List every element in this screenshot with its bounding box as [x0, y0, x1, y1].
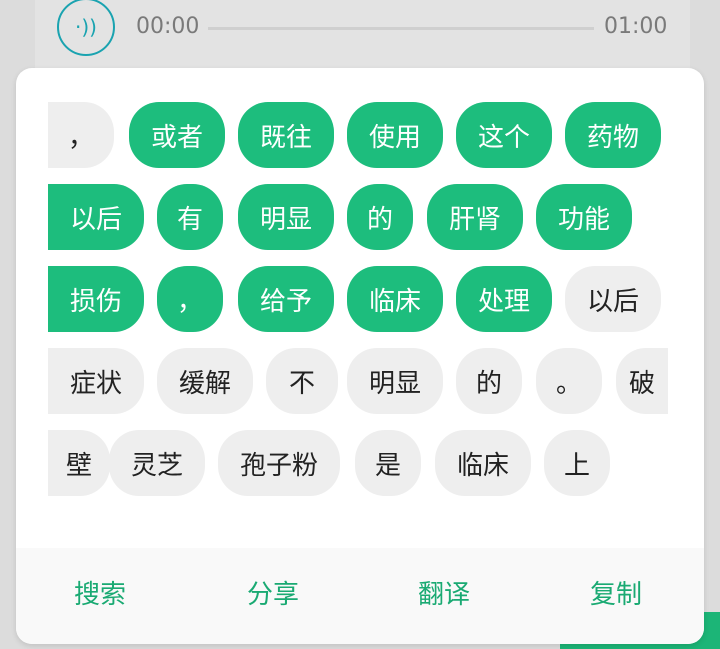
word-chip[interactable]: 上: [544, 430, 610, 496]
word-chip[interactable]: 临床: [347, 266, 443, 332]
word-chip[interactable]: 处理: [456, 266, 552, 332]
word-chip[interactable]: 的: [456, 348, 522, 414]
word-chip[interactable]: 是: [355, 430, 421, 496]
word-chip[interactable]: 使用: [347, 102, 443, 168]
word-chip[interactable]: 孢子粉: [218, 430, 340, 496]
word-chip[interactable]: 破: [616, 348, 668, 414]
audio-play-icon[interactable]: ·)): [57, 0, 115, 56]
search-button[interactable]: 搜索: [74, 574, 126, 611]
share-button[interactable]: 分享: [247, 574, 299, 611]
word-chip[interactable]: 以后: [565, 266, 661, 332]
word-chip[interactable]: 不: [266, 348, 338, 414]
word-chip[interactable]: ，: [157, 266, 223, 332]
word-chip[interactable]: 灵芝: [109, 430, 205, 496]
copy-button[interactable]: 复制: [590, 574, 642, 611]
word-chip[interactable]: 这个: [456, 102, 552, 168]
current-time: 00:00: [136, 14, 200, 39]
total-time: 01:00: [604, 14, 668, 39]
word-chip[interactable]: 明显: [238, 184, 334, 250]
word-chip[interactable]: 缓解: [157, 348, 253, 414]
word-chip[interactable]: 功能: [536, 184, 632, 250]
audio-progress-track[interactable]: [208, 27, 594, 30]
word-chip[interactable]: 。: [536, 348, 602, 414]
word-chip[interactable]: ，: [48, 102, 114, 168]
audio-player-bar: [35, 0, 690, 72]
action-bar: 搜索 分享 翻译 复制: [16, 548, 704, 644]
word-chip[interactable]: 有: [157, 184, 223, 250]
word-chip[interactable]: 给予: [238, 266, 334, 332]
word-chip[interactable]: 肝肾: [427, 184, 523, 250]
word-chip[interactable]: 药物: [565, 102, 661, 168]
word-chip[interactable]: 壁: [48, 430, 110, 496]
word-chip[interactable]: 既往: [238, 102, 334, 168]
word-chip[interactable]: 或者: [129, 102, 225, 168]
word-chip[interactable]: 的: [347, 184, 413, 250]
word-chips: ， 或者 既往 使用 这个 药物 以后 有 明显 的 肝肾 功能 损伤 ， 给予…: [16, 68, 704, 548]
word-chip[interactable]: 明显: [347, 348, 443, 414]
word-chip[interactable]: 损伤: [48, 266, 144, 332]
word-selection-panel: ， 或者 既往 使用 这个 药物 以后 有 明显 的 肝肾 功能 损伤 ， 给予…: [16, 68, 704, 644]
word-chip[interactable]: 临床: [435, 430, 531, 496]
word-chip[interactable]: 症状: [48, 348, 144, 414]
word-chip[interactable]: 以后: [48, 184, 144, 250]
translate-button[interactable]: 翻译: [418, 574, 470, 611]
